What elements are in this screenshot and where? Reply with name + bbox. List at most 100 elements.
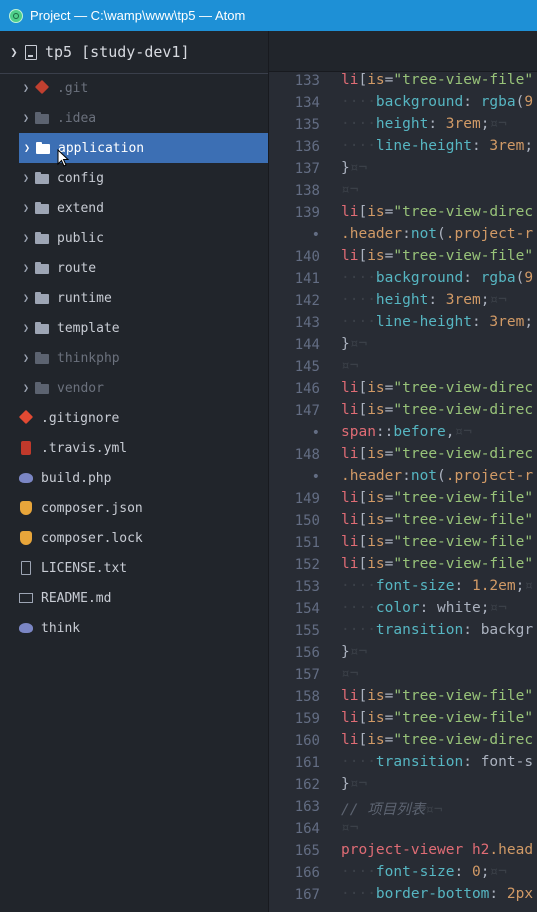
code-line: li[is="tree-view-direc: [341, 446, 534, 462]
tree-file-build-php[interactable]: build.php: [0, 463, 268, 493]
line-number: •: [311, 227, 320, 243]
code-line: }¤¬: [341, 776, 368, 792]
tree-item-label: .travis.yml: [41, 440, 128, 456]
tree-item-label: .gitignore: [41, 410, 120, 426]
code-line: li[is="tree-view-direc: [341, 732, 534, 748]
tree-item-label: composer.json: [41, 500, 143, 516]
line-number: 164: [294, 821, 320, 837]
think-icon: [18, 621, 34, 635]
line-number: 136: [294, 139, 320, 155]
line-number: 157: [294, 667, 320, 683]
code-line: }¤¬: [341, 336, 368, 352]
tree-folder-git[interactable]: ❯ .git: [0, 73, 268, 103]
line-number: 137: [294, 161, 320, 177]
tree-item-label: public: [57, 230, 104, 246]
code-line: span::before,¤¬: [341, 424, 472, 440]
code-line: ····line-height: 3rem;: [341, 138, 534, 154]
line-number: 148: [294, 447, 320, 463]
tree-view[interactable]: ❯ tp5 [study-dev1] ❯ .git ❯ .idea ❯ applicati…: [0, 31, 269, 912]
line-number: 165: [294, 843, 320, 859]
tree-folder-template[interactable]: ❯ template: [0, 313, 268, 343]
code-line: ····color: white;¤¬: [341, 600, 507, 616]
tree-folder-extend[interactable]: ❯ extend: [0, 193, 268, 223]
tree-folder-idea[interactable]: ❯ .idea: [0, 103, 268, 133]
tree-file-composer-json[interactable]: composer.json: [0, 493, 268, 523]
tree-folder-vendor[interactable]: ❯ vendor: [0, 373, 268, 403]
tree-folder-runtime[interactable]: ❯ runtime: [0, 283, 268, 313]
tree-folder-route[interactable]: ❯ route: [0, 253, 268, 283]
line-number: 151: [294, 535, 320, 551]
line-number: 150: [294, 513, 320, 529]
line-number: 134: [294, 95, 320, 111]
chevron-right-icon[interactable]: ❯: [18, 383, 34, 394]
tree-item-label: .git: [57, 80, 89, 96]
line-number: •: [311, 469, 320, 485]
title-bar: Project — C:\wamp\www\tp5 — Atom: [0, 0, 537, 31]
code-line: ····font-size: 0;¤¬: [341, 864, 507, 880]
folder-icon: [35, 141, 51, 155]
tree-folder-thinkphp[interactable]: ❯ thinkphp: [0, 343, 268, 373]
line-number: 143: [294, 315, 320, 331]
git-icon: [34, 81, 50, 95]
code-line: ····line-height: 3rem;: [341, 314, 534, 330]
code-line: li[is="tree-view-file": [341, 72, 534, 88]
chevron-right-icon[interactable]: ❯: [18, 353, 34, 364]
folder-icon: [34, 171, 50, 185]
tab-bar[interactable]: [269, 31, 537, 72]
folder-icon: [34, 231, 50, 245]
code-line: ····height: 3rem;¤¬: [341, 292, 507, 308]
line-number: 141: [294, 271, 320, 287]
tree-file-gitignore[interactable]: .gitignore: [0, 403, 268, 433]
code-line: // 项目列表¤¬: [341, 802, 443, 818]
chevron-right-icon[interactable]: ❯: [18, 233, 34, 244]
tree-item-label: config: [57, 170, 104, 186]
code-line: li[is="tree-view-file": [341, 512, 534, 528]
folder-icon: [34, 201, 50, 215]
chevron-right-icon[interactable]: ❯: [18, 173, 34, 184]
tree-item-label: README.md: [41, 590, 112, 606]
tree-folder-public[interactable]: ❯ public: [0, 223, 268, 253]
line-number: 155: [294, 623, 320, 639]
folder-icon: [34, 381, 50, 395]
line-number: 153: [294, 579, 320, 595]
chevron-right-icon[interactable]: ❯: [18, 323, 34, 334]
project-root-label: tp5 [study-dev1]: [45, 43, 190, 61]
project-root[interactable]: ❯ tp5 [study-dev1]: [0, 31, 268, 74]
git-icon: [18, 411, 34, 425]
code-line: li[is="tree-view-direc: [341, 402, 534, 418]
chevron-right-icon[interactable]: ❯: [18, 113, 34, 124]
folder-icon: [34, 291, 50, 305]
line-number: 144: [294, 337, 320, 353]
line-number: 160: [294, 733, 320, 749]
line-number: 145: [294, 359, 320, 375]
code-line: ····height: 3rem;¤¬: [341, 116, 507, 132]
txt-icon: [18, 561, 34, 575]
chevron-right-icon[interactable]: ❯: [18, 263, 34, 274]
chevron-right-icon[interactable]: ❯: [18, 293, 34, 304]
line-number: 161: [294, 755, 320, 771]
chevron-down-icon[interactable]: ❯: [3, 45, 25, 59]
chevron-right-icon[interactable]: ❯: [19, 143, 35, 154]
line-number: 149: [294, 491, 320, 507]
line-number: 167: [294, 887, 320, 903]
line-number: 147: [294, 403, 320, 419]
code-line: ¤¬: [341, 820, 359, 836]
line-number: 138: [294, 183, 320, 199]
line-number: 156: [294, 645, 320, 661]
folder-icon: [34, 321, 50, 335]
tree-file-travis-yml[interactable]: .travis.yml: [0, 433, 268, 463]
code-line: project-viewer h2.head: [341, 842, 534, 858]
editor-pane[interactable]: 133 134 135 136 137 138 139 • 140 141 142 143 144 145…: [269, 31, 537, 912]
code-line: ¤¬: [341, 666, 359, 682]
tree-file-composer-lock[interactable]: composer.lock: [0, 523, 268, 553]
tree-folder-config[interactable]: ❯ config: [0, 163, 268, 193]
composer-icon: [18, 531, 34, 545]
chevron-right-icon[interactable]: ❯: [18, 203, 34, 214]
tree-item-label: build.php: [41, 470, 112, 486]
tree-file-license-txt[interactable]: LICENSE.txt: [0, 553, 268, 583]
line-number: 133: [294, 73, 320, 89]
tree-file-think[interactable]: think: [0, 613, 268, 643]
folder-icon: [34, 111, 50, 125]
chevron-right-icon[interactable]: ❯: [18, 83, 34, 94]
tree-file-readme-md[interactable]: README.md: [0, 583, 268, 613]
